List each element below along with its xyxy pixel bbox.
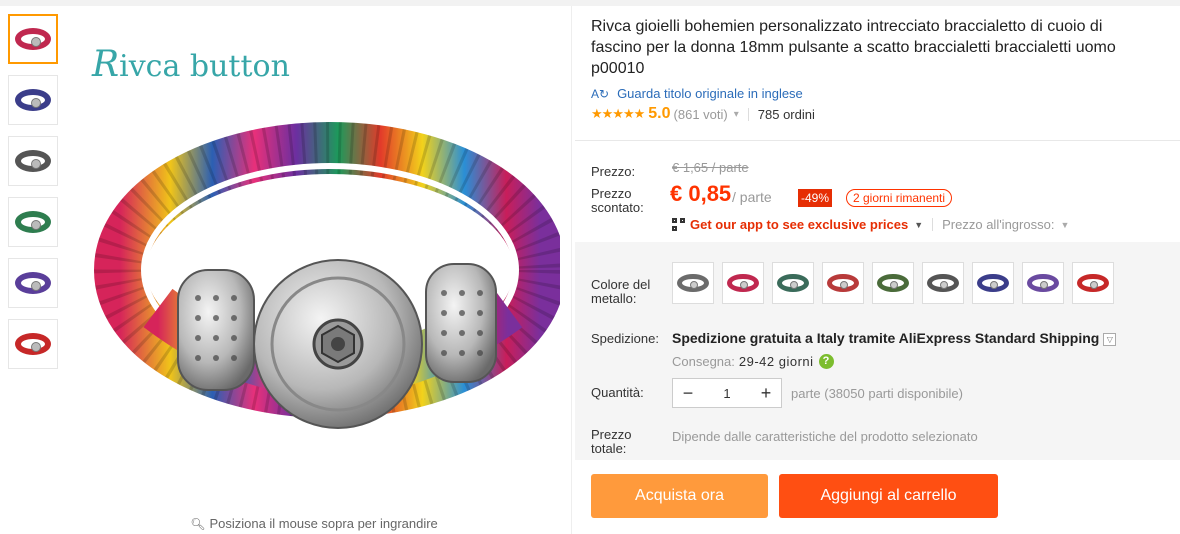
color-swatch-2[interactable] (722, 262, 764, 304)
bracelet-thumbnail-image (15, 211, 51, 233)
swatch-bracelet-image (827, 274, 859, 292)
bracelet-thumbnail-image (15, 272, 51, 294)
original-title-link[interactable]: Guarda titolo originale in inglese (617, 86, 803, 101)
quantity-label: Quantità: (591, 385, 644, 400)
add-to-cart-button[interactable]: Aggiungi al carrello (779, 474, 998, 518)
app-exclusive-link[interactable]: Get our app to see exclusive prices (690, 217, 908, 232)
price-label: Prezzo: (591, 164, 636, 179)
bracelet-thumbnail-image (15, 28, 51, 50)
app-promo-row: Get our app to see exclusive prices ▼ Pr… (672, 217, 1069, 232)
quantity-decrease-button[interactable]: − (673, 383, 703, 404)
color-swatch-8[interactable] (1022, 262, 1064, 304)
thumbnail-3[interactable] (8, 136, 58, 186)
color-swatches (672, 262, 1122, 304)
wholesale-price-link[interactable]: Prezzo all'ingrosso: (942, 217, 1054, 232)
swatch-bracelet-image (1077, 274, 1109, 292)
qr-code-icon (672, 217, 686, 232)
color-swatch-9[interactable] (1072, 262, 1114, 304)
swatch-bracelet-image (977, 274, 1009, 292)
chevron-down-icon[interactable]: ▽ (1103, 332, 1117, 346)
thumbnail-4[interactable] (8, 197, 58, 247)
product-title: Rivca gioielli bohemien personalizzato i… (591, 18, 1116, 77)
quantity-available: parte (38050 parti disponibile) (791, 386, 963, 401)
thumbnail-6[interactable] (8, 319, 58, 369)
quantity-stepper: − 1 + (672, 378, 782, 408)
options-section: Colore del metallo: Spedizione: Spedizion… (575, 242, 1180, 460)
column-divider (571, 6, 572, 534)
color-swatch-5[interactable] (872, 262, 914, 304)
delivery-days: 29-42 giorni (738, 354, 814, 369)
product-details: Rivca gioielli bohemien personalizzato i… (575, 6, 1180, 518)
caret-down-icon[interactable]: ▼ (914, 220, 923, 230)
rating-value: 5.0 (648, 105, 671, 122)
shipping-method[interactable]: Spedizione gratuita a Italy tramite AliE… (672, 330, 1117, 346)
swatch-bracelet-image (777, 274, 809, 292)
separator (932, 218, 934, 231)
thumbnail-1[interactable] (8, 14, 58, 64)
discount-badge: -49% (798, 189, 833, 207)
bracelet-image (94, 122, 560, 429)
search-icon: 🔍︎ (190, 517, 206, 531)
color-swatch-1[interactable] (672, 262, 714, 304)
discount-price-label: Prezzo scontato: (591, 186, 644, 215)
color-swatch-6[interactable] (922, 262, 964, 304)
total-price-note: Dipende dalle caratteristiche del prodot… (672, 429, 978, 444)
quantity-increase-button[interactable]: + (751, 383, 781, 404)
thumbnail-list (8, 14, 60, 380)
swatch-bracelet-image (677, 274, 709, 292)
swatch-bracelet-image (1027, 274, 1059, 292)
swatch-bracelet-image (727, 274, 759, 292)
color-swatch-3[interactable] (772, 262, 814, 304)
caret-down-icon[interactable]: ▼ (1060, 220, 1069, 230)
color-label: Colore del metallo: (591, 277, 651, 306)
color-swatch-7[interactable] (972, 262, 1014, 304)
days-left-badge: 2 giorni rimanenti (846, 189, 953, 207)
bracelet-thumbnail-image (15, 150, 51, 172)
price-unit: / parte (732, 189, 772, 205)
original-price: € 1,65 / parte (672, 160, 749, 175)
color-swatch-4[interactable] (822, 262, 864, 304)
help-icon[interactable]: ? (818, 354, 834, 369)
swatch-bracelet-image (927, 274, 959, 292)
chevron-down-icon[interactable]: ▾ (734, 109, 739, 120)
orders-count: 785 ordini (757, 106, 815, 122)
buy-now-button[interactable]: Acquista ora (591, 474, 768, 518)
star-rating-icon: ★★★★★ (591, 106, 645, 121)
separator (747, 107, 749, 121)
bracelet-thumbnail-image (15, 333, 51, 355)
swatch-bracelet-image (877, 274, 909, 292)
quantity-input[interactable]: 1 (703, 386, 751, 401)
translate-icon: A↻ (591, 86, 610, 101)
thumbnail-2[interactable] (8, 75, 58, 125)
rating-row: ★★★★★ 5.0 (861 voti) ▾ 785 ordini (591, 105, 1180, 123)
current-price: € 0,85 (670, 181, 732, 206)
price-section: Prezzo: € 1,65 / parte Prezzo scontato: €… (575, 140, 1180, 242)
thumbnail-5[interactable] (8, 258, 58, 308)
zoom-hint: 🔍︎ Posiziona il mouse sopra per ingrandir… (190, 516, 438, 531)
shipping-label: Spedizione: (591, 331, 659, 346)
original-title-row[interactable]: A↻ Guarda titolo originale in inglese (591, 86, 1180, 101)
bracelet-thumbnail-image (15, 89, 51, 111)
votes-count[interactable]: (861 voti) (674, 107, 728, 122)
delivery-info: Consegna: 29-42 giorni ? (672, 354, 834, 369)
product-main-image[interactable]: Rivca button 🔍︎ Posiziona il mouse sopra… (68, 8, 560, 531)
total-price-label: Prezzo totale: (591, 427, 632, 456)
